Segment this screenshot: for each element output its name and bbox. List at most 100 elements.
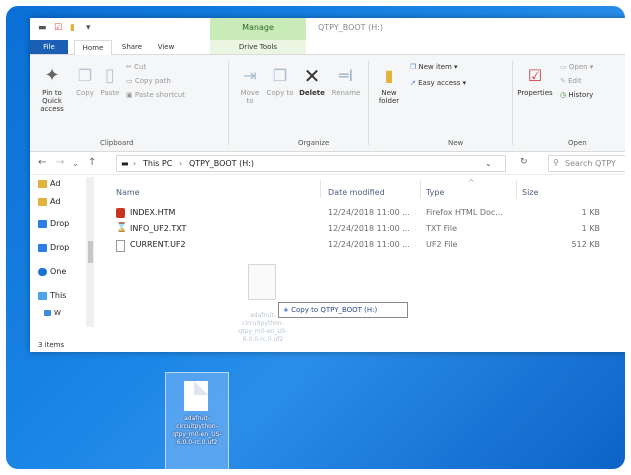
column-divider[interactable] [420, 180, 421, 198]
nav-item-label: Ad [50, 197, 61, 206]
paste-shortcut-icon: ▣ [126, 91, 133, 99]
text-file-icon: ⌛ [116, 223, 128, 233]
address-bar[interactable]: ▬ › This PC › QTPY_BOOT (H:) ⌄ [116, 155, 506, 172]
properties-icon[interactable]: ☑ [54, 23, 62, 33]
column-header-date[interactable]: Date modified [328, 188, 385, 197]
copy-label: Copy [76, 89, 94, 97]
file-icon [184, 381, 208, 411]
tab-file[interactable]: File [30, 40, 68, 54]
ribbon-divider [228, 61, 229, 145]
ribbon-divider [512, 61, 513, 145]
nav-item[interactable]: Drop [38, 219, 69, 231]
column-header-type[interactable]: Type [426, 188, 444, 197]
pin-icon: ✦ [44, 65, 60, 86]
open-button[interactable]: ▭ Open ▾ [560, 63, 593, 71]
file-date: 12/24/2018 11:00 ... [328, 208, 410, 217]
organize-group-label: Organize [298, 139, 330, 147]
onedrive-icon [38, 267, 47, 276]
back-arrow-icon[interactable]: ← [38, 157, 46, 168]
file-date: 12/24/2018 11:00 ... [328, 224, 410, 233]
nav-item-label: Drop [50, 243, 70, 252]
history-button[interactable]: ◷ History [560, 91, 593, 99]
sort-chevron-icon: ^ [468, 178, 475, 187]
history-icon: ◷ [560, 91, 567, 99]
rename-button[interactable]: ═I Rename [330, 63, 362, 97]
delete-button[interactable]: ✕ Delete [296, 63, 328, 97]
breadcrumb-this-pc[interactable]: This PC [143, 159, 172, 168]
table-row[interactable]: ⌛ INFO_UF2.TXT 12/24/2018 11:00 ... TXT … [116, 222, 625, 236]
tab-share[interactable]: Share [116, 40, 148, 54]
chevron-down-icon[interactable]: ⌄ [72, 159, 79, 168]
copy-button[interactable]: ❐ Copy [74, 63, 96, 97]
search-input[interactable]: ⚲ Search QTPY [548, 155, 625, 172]
desktop[interactable]: ▬ ☑ ▮ ▾ Manage QTPY_BOOT (H:) File Home … [6, 6, 625, 469]
cut-button[interactable]: ✂ Cut [126, 63, 146, 71]
forward-arrow-icon[interactable]: → [56, 157, 64, 168]
refresh-icon[interactable]: ↻ [520, 157, 528, 167]
up-arrow-icon[interactable]: ↑ [88, 157, 96, 168]
plus-icon: + [283, 306, 289, 314]
nav-item[interactable]: Ad [38, 197, 60, 209]
table-row[interactable]: INDEX.HTM 12/24/2018 11:00 ... Firefox H… [116, 206, 625, 220]
move-to-label: Move to [240, 89, 260, 105]
open-label: Open [568, 63, 588, 71]
move-to-button[interactable]: ⇥ Move to [236, 63, 264, 105]
file-name: INFO_UF2.TXT [130, 224, 187, 233]
table-row[interactable]: CURRENT.UF2 12/24/2018 11:00 ... UF2 Fil… [116, 238, 625, 252]
new-folder-icon[interactable]: ▮ [70, 23, 75, 33]
new-folder-button[interactable]: ▮ New folder [374, 63, 404, 105]
new-item-label: New item [418, 63, 452, 71]
file-date: 12/24/2018 11:00 ... [328, 240, 410, 249]
copy-to-button[interactable]: ❒ Copy to [266, 63, 294, 97]
move-to-icon: ⇥ [243, 66, 257, 85]
desktop-file-label: adafruit-circuitpython-qtpy_m0-en_US-6.0… [172, 415, 222, 446]
nav-item-label: Drop [50, 219, 70, 228]
properties-button[interactable]: ☑ Properties [516, 63, 554, 97]
nav-scrollbar-thumb[interactable] [88, 241, 93, 263]
drag-ghost-file [248, 264, 276, 300]
tab-home[interactable]: Home [74, 40, 112, 55]
delete-label: Delete [299, 89, 325, 97]
pin-button[interactable]: ✦ Pin to Quick access [32, 63, 72, 113]
breadcrumb-drive[interactable]: QTPY_BOOT (H:) [189, 159, 254, 168]
copy-to-icon: ❒ [272, 66, 288, 85]
rename-label: Rename [331, 89, 361, 97]
search-icon: ⚲ [553, 158, 559, 167]
column-divider[interactable] [320, 180, 321, 198]
column-header-name[interactable]: Name [116, 188, 140, 197]
drive-icon [44, 310, 51, 316]
nav-item[interactable]: One [38, 267, 66, 279]
easy-access-button[interactable]: ↗ Easy access ▾ [410, 79, 466, 87]
pc-icon: ▬ [121, 159, 129, 168]
paste-button[interactable]: ▯ Paste [98, 63, 122, 97]
tab-view[interactable]: View [152, 40, 180, 54]
column-divider[interactable] [516, 180, 517, 198]
properties-label: Properties [517, 89, 553, 97]
paste-shortcut-button[interactable]: ▣ Paste shortcut [126, 91, 185, 99]
paste-label: Paste [100, 89, 120, 97]
file-size: 1 KB [581, 224, 600, 233]
chevron-down-icon[interactable]: ▾ [86, 23, 91, 33]
open-icon: ▭ [560, 63, 567, 71]
nav-item[interactable]: Ad [38, 179, 60, 191]
nav-item[interactable]: This [38, 291, 66, 303]
pin-label: Pin to Quick access [40, 89, 64, 113]
navigation-pane[interactable]: Ad Ad Drop Drop One This W [30, 175, 94, 340]
delete-icon: ✕ [303, 64, 321, 88]
drag-tooltip-text: Copy to QTPY_BOOT (H:) [291, 306, 378, 314]
nav-item-label: Ad [50, 179, 61, 188]
file-name: INDEX.HTM [130, 208, 176, 217]
open-group-label: Open [568, 139, 587, 147]
cut-label: Cut [134, 63, 147, 71]
nav-item[interactable]: W [44, 309, 61, 321]
file-type: TXT File [426, 224, 458, 233]
nav-item[interactable]: Drop [38, 243, 69, 255]
new-item-button[interactable]: ❐ New item ▾ [410, 63, 458, 71]
desktop-file-icon[interactable]: adafruit-circuitpython-qtpy_m0-en_US-6.0… [165, 372, 229, 469]
copy-path-button[interactable]: ▭ Copy path [126, 77, 171, 85]
edit-button[interactable]: ✎ Edit [560, 77, 582, 85]
tab-drive-tools[interactable]: Drive Tools [210, 40, 306, 54]
folder-icon: ▬ [38, 23, 47, 33]
column-header-size[interactable]: Size [522, 188, 538, 197]
chevron-down-icon[interactable]: ⌄ [485, 159, 492, 168]
